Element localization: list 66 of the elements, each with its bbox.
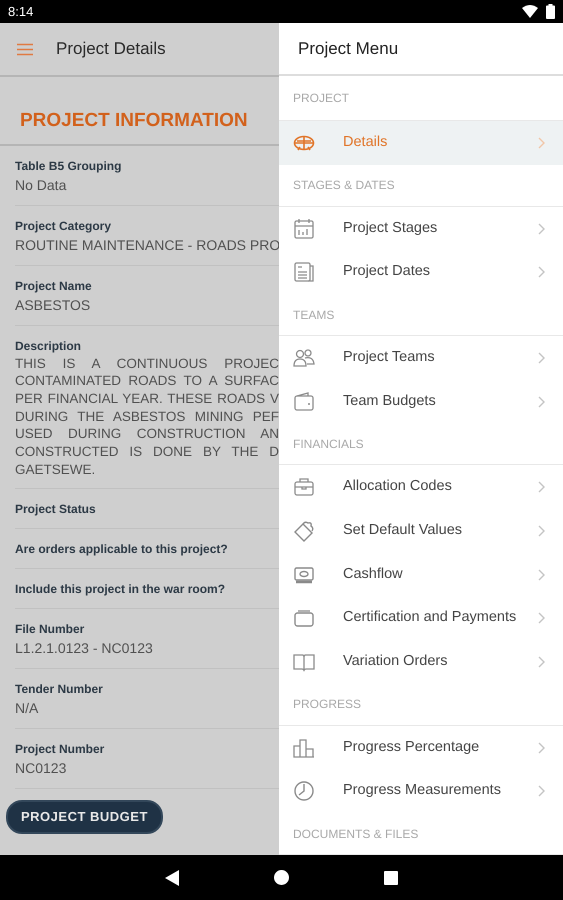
menu-item[interactable]: Variation Orders xyxy=(279,640,563,684)
menu-item[interactable]: Project Dates xyxy=(279,250,563,294)
chevron-icon xyxy=(538,656,545,668)
bar-chart-icon xyxy=(293,736,315,759)
chevron-icon xyxy=(538,137,545,150)
briefcase-icon xyxy=(293,476,315,498)
chevron-icon xyxy=(538,524,545,537)
people-icon xyxy=(293,346,315,369)
document-icon xyxy=(293,261,315,284)
section-header: PROGRESS xyxy=(279,684,563,726)
section-header: TEAMS xyxy=(279,294,563,336)
menu-item[interactable]: Project Teams xyxy=(279,336,563,380)
menu-item[interactable]: Cashflow xyxy=(279,552,563,596)
section-header: STAGES & DATES xyxy=(279,164,563,207)
wifi-icon xyxy=(522,5,538,18)
recents-icon[interactable] xyxy=(384,870,398,884)
wallet-icon xyxy=(293,390,315,413)
menu-item[interactable]: Set Default Values xyxy=(279,508,563,553)
description-line: USED DURING CONSTRUCTION AN xyxy=(15,425,279,444)
menu-item[interactable]: Project Stages xyxy=(279,206,563,250)
menu-item[interactable]: Allocation Codes xyxy=(279,465,563,509)
description-line: DURING THE ASBESTOS MINING PEF xyxy=(15,408,279,426)
section-header: FINANCIALS xyxy=(279,423,563,466)
field-value: NC0123 xyxy=(15,759,68,778)
home-icon[interactable] xyxy=(274,870,289,885)
field-label: Are orders applicable to this project? xyxy=(15,541,229,558)
chevron-icon xyxy=(538,222,545,235)
field-label: Project Category xyxy=(15,218,112,234)
description-line: PER FINANCIAL YEAR. THESE ROADS V xyxy=(15,390,279,408)
calendar-icon xyxy=(293,218,315,240)
description-line: GAETSEWE. xyxy=(15,460,96,478)
menu-item[interactable]: Team Budgets xyxy=(279,380,563,424)
chevron-icon xyxy=(538,785,545,798)
field-label: Project Name xyxy=(15,278,93,294)
field-value: N/A xyxy=(15,699,40,718)
chevron-icon xyxy=(538,481,545,494)
description-line: THIS IS A CONTINUOUS PROJEC xyxy=(15,354,279,372)
field-value: L1.2.1.0123 - NC0123 xyxy=(15,639,154,658)
back-icon[interactable] xyxy=(165,870,179,886)
battery-icon xyxy=(546,4,555,19)
chevron-icon xyxy=(538,742,545,754)
chevron-icon xyxy=(538,612,545,624)
field-value: No Data xyxy=(15,176,68,194)
field-label: Description xyxy=(15,338,82,354)
field-value: ASBESTOS xyxy=(15,296,92,314)
drawer-title: Project Menu xyxy=(279,23,563,76)
field-label: Project Status xyxy=(15,501,97,518)
field-label: Table B5 Grouping xyxy=(15,158,122,174)
chevron-icon xyxy=(538,352,545,364)
menu-item[interactable]: Progress Percentage xyxy=(279,726,563,770)
field-label: Project Number xyxy=(15,741,106,758)
project-budget-button[interactable]: PROJECT BUDGET xyxy=(6,800,163,834)
chevron-icon xyxy=(538,266,545,278)
field-label: Tender Number xyxy=(15,681,104,698)
chevron-icon xyxy=(538,396,545,408)
status-time: 8:14 xyxy=(8,2,34,21)
description-line: CONTAMINATED ROADS TO A SURFAC xyxy=(15,372,279,390)
menu-item[interactable]: Progress Measurements xyxy=(279,769,563,814)
screen-title: Project Details xyxy=(56,38,166,60)
chevron-icon xyxy=(538,568,545,581)
description-line: CONSTRUCTED IS DONE BY THE D xyxy=(15,443,279,461)
field-label: File Number xyxy=(15,621,86,638)
field-label: Include this project in the war room? xyxy=(15,581,226,598)
menu-item[interactable]: Certification and Payments xyxy=(279,596,563,640)
clock-icon xyxy=(293,780,315,802)
tag-icon xyxy=(293,520,315,542)
